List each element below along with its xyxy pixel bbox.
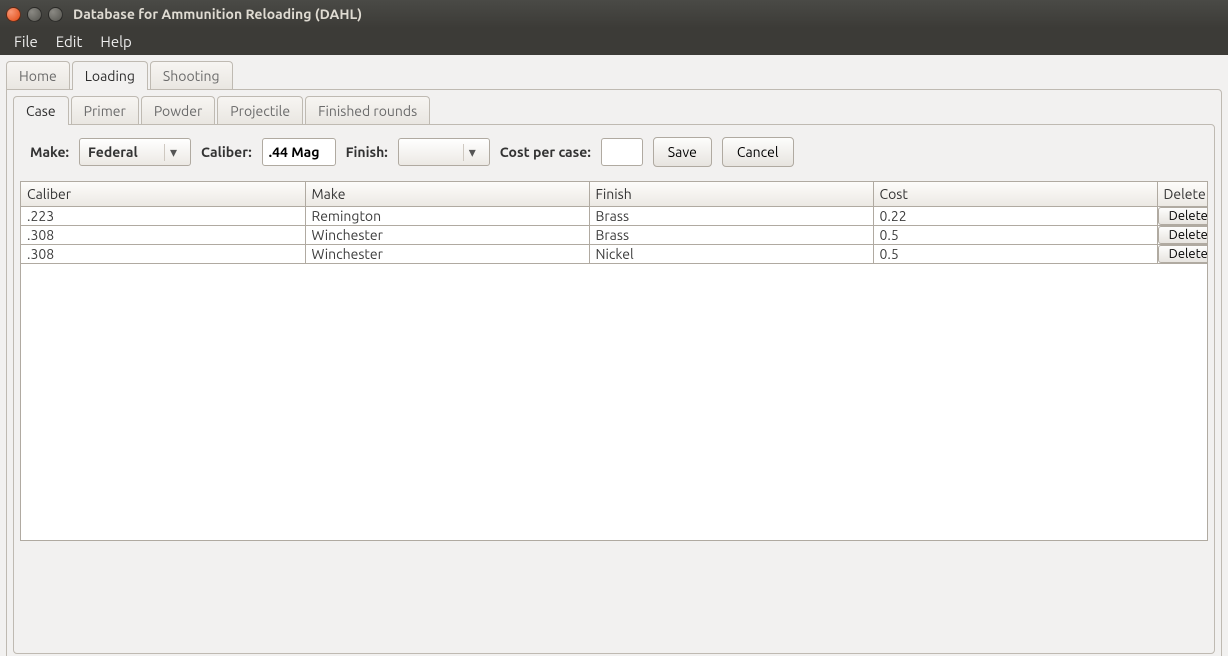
cell-delete: Delete: [1157, 207, 1208, 226]
cell-finish: Nickel: [589, 245, 873, 264]
make-select[interactable]: Federal ▾: [79, 138, 191, 166]
make-label: Make:: [30, 144, 69, 160]
menu-edit[interactable]: Edit: [48, 31, 91, 52]
make-select-value: Federal: [88, 144, 158, 160]
save-button[interactable]: Save: [653, 137, 712, 167]
tab-shooting[interactable]: Shooting: [150, 61, 233, 90]
delete-button[interactable]: Delete: [1158, 226, 1209, 244]
cell-make: Remington: [305, 207, 589, 226]
case-form-row: Make: Federal ▾ Caliber: Finish: ▾ Cost …: [20, 131, 1208, 181]
window-minimize-button[interactable]: [27, 7, 42, 22]
menu-help[interactable]: Help: [92, 31, 139, 52]
loading-subtabs: Case Primer Powder Projectile Finished r…: [13, 96, 1215, 125]
tab-home[interactable]: Home: [6, 61, 70, 90]
case-panel: Make: Federal ▾ Caliber: Finish: ▾ Cost …: [13, 124, 1215, 654]
cell-delete: Delete: [1157, 226, 1208, 245]
case-table: Caliber Make Finish Cost Delete .223Remi…: [20, 181, 1208, 541]
cell-caliber: .308: [21, 245, 305, 264]
cancel-button[interactable]: Cancel: [722, 137, 794, 167]
caliber-input[interactable]: [262, 138, 336, 166]
table-header-row: Caliber Make Finish Cost Delete: [21, 182, 1208, 207]
cell-cost: 0.5: [873, 245, 1157, 264]
menu-file[interactable]: File: [6, 31, 46, 52]
cost-input[interactable]: [601, 138, 643, 166]
col-finish[interactable]: Finish: [589, 182, 873, 207]
col-cost[interactable]: Cost: [873, 182, 1157, 207]
window-maximize-button[interactable]: [48, 7, 63, 22]
subtab-finished[interactable]: Finished rounds: [305, 96, 430, 125]
cell-cost: 0.5: [873, 226, 1157, 245]
chevron-down-icon: ▾: [463, 144, 481, 161]
caliber-label: Caliber:: [201, 144, 252, 160]
table-row[interactable]: .223RemingtonBrass0.22Delete: [21, 207, 1208, 226]
cell-caliber: .223: [21, 207, 305, 226]
table-row[interactable]: .308WinchesterNickel0.5Delete: [21, 245, 1208, 264]
chevron-down-icon: ▾: [164, 144, 182, 161]
cost-label: Cost per case:: [500, 144, 591, 160]
cell-finish: Brass: [589, 207, 873, 226]
finish-select[interactable]: ▾: [398, 138, 490, 166]
subtab-case[interactable]: Case: [13, 96, 69, 125]
cell-caliber: .308: [21, 226, 305, 245]
table-row[interactable]: .308WinchesterBrass0.5Delete: [21, 226, 1208, 245]
col-delete[interactable]: Delete: [1157, 182, 1208, 207]
cell-make: Winchester: [305, 245, 589, 264]
menubar: File Edit Help: [0, 28, 1228, 55]
cell-delete: Delete: [1157, 245, 1208, 264]
tab-loading[interactable]: Loading: [72, 61, 148, 90]
window-title: Database for Ammunition Reloading (DAHL): [73, 6, 362, 22]
cell-finish: Brass: [589, 226, 873, 245]
cell-cost: 0.22: [873, 207, 1157, 226]
loading-panel: Case Primer Powder Projectile Finished r…: [6, 89, 1222, 656]
subtab-powder[interactable]: Powder: [141, 96, 215, 125]
cell-make: Winchester: [305, 226, 589, 245]
window-close-button[interactable]: [6, 7, 21, 22]
finish-label: Finish:: [346, 144, 388, 160]
delete-button[interactable]: Delete: [1158, 245, 1209, 263]
main-tabs: Home Loading Shooting: [6, 61, 1222, 90]
col-caliber[interactable]: Caliber: [21, 182, 305, 207]
titlebar: Database for Ammunition Reloading (DAHL): [0, 0, 1228, 28]
subtab-projectile[interactable]: Projectile: [217, 96, 303, 125]
subtab-primer[interactable]: Primer: [71, 96, 139, 125]
client-area: Home Loading Shooting Case Primer Powder…: [0, 55, 1228, 656]
window-controls: [6, 7, 63, 22]
delete-button[interactable]: Delete: [1158, 207, 1209, 225]
col-make[interactable]: Make: [305, 182, 589, 207]
